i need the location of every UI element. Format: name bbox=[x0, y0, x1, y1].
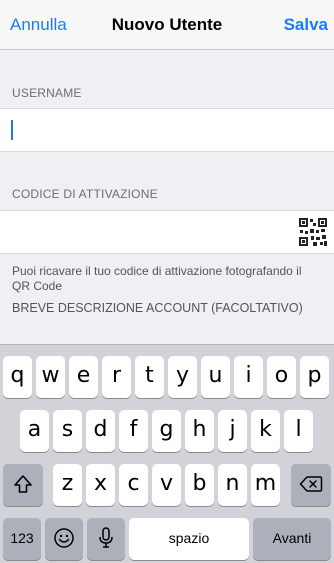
return-key[interactable]: Avanti bbox=[253, 518, 331, 560]
key-i[interactable]: i bbox=[234, 356, 263, 398]
key-u[interactable]: u bbox=[201, 356, 230, 398]
activation-code-section-header: CODICE DI ATTIVAZIONE bbox=[12, 187, 158, 201]
key-v[interactable]: v bbox=[152, 464, 181, 506]
key-m[interactable]: m bbox=[251, 464, 280, 506]
navigation-bar: Annulla Nuovo Utente Salva bbox=[0, 0, 334, 50]
key-q[interactable]: q bbox=[3, 356, 32, 398]
key-d[interactable]: d bbox=[86, 410, 115, 452]
key-n[interactable]: n bbox=[218, 464, 247, 506]
key-x[interactable]: x bbox=[86, 464, 115, 506]
key-z[interactable]: z bbox=[53, 464, 82, 506]
shift-icon bbox=[14, 475, 32, 493]
username-section-header: USERNAME bbox=[12, 86, 82, 100]
key-a[interactable]: a bbox=[20, 410, 49, 452]
emoji-key[interactable] bbox=[45, 518, 83, 560]
key-w[interactable]: w bbox=[36, 356, 65, 398]
key-c[interactable]: c bbox=[119, 464, 148, 506]
key-g[interactable]: g bbox=[152, 410, 181, 452]
activation-code-field[interactable] bbox=[0, 210, 334, 254]
key-l[interactable]: l bbox=[284, 410, 313, 452]
emoji-icon bbox=[54, 528, 74, 548]
key-r[interactable]: r bbox=[102, 356, 131, 398]
description-section-header: BREVE DESCRIZIONE ACCOUNT (FACOLTATIVO) bbox=[12, 301, 303, 315]
qr-hint-text: Puoi ricavare il tuo codice di attivazio… bbox=[12, 264, 302, 293]
save-button[interactable]: Salva bbox=[284, 15, 328, 35]
microphone-icon bbox=[99, 527, 113, 548]
keyboard: q w e r t y u i o p a s d f g h j k l z … bbox=[0, 344, 334, 563]
shift-key[interactable] bbox=[3, 464, 43, 506]
key-j[interactable]: j bbox=[218, 410, 247, 452]
key-s[interactable]: s bbox=[53, 410, 82, 452]
key-h[interactable]: h bbox=[185, 410, 214, 452]
qr-code-icon[interactable] bbox=[298, 217, 328, 247]
key-p[interactable]: p bbox=[300, 356, 329, 398]
key-k[interactable]: k bbox=[251, 410, 280, 452]
numbers-key[interactable]: 123 bbox=[3, 518, 41, 560]
backspace-icon bbox=[299, 476, 323, 492]
username-field[interactable] bbox=[0, 108, 334, 152]
microphone-key[interactable] bbox=[87, 518, 125, 560]
text-cursor bbox=[11, 120, 13, 140]
key-o[interactable]: o bbox=[267, 356, 296, 398]
key-f[interactable]: f bbox=[119, 410, 148, 452]
key-e[interactable]: e bbox=[69, 356, 98, 398]
key-t[interactable]: t bbox=[135, 356, 164, 398]
space-key[interactable]: spazio bbox=[129, 518, 249, 560]
backspace-key[interactable] bbox=[291, 464, 331, 506]
key-b[interactable]: b bbox=[185, 464, 214, 506]
key-y[interactable]: y bbox=[168, 356, 197, 398]
